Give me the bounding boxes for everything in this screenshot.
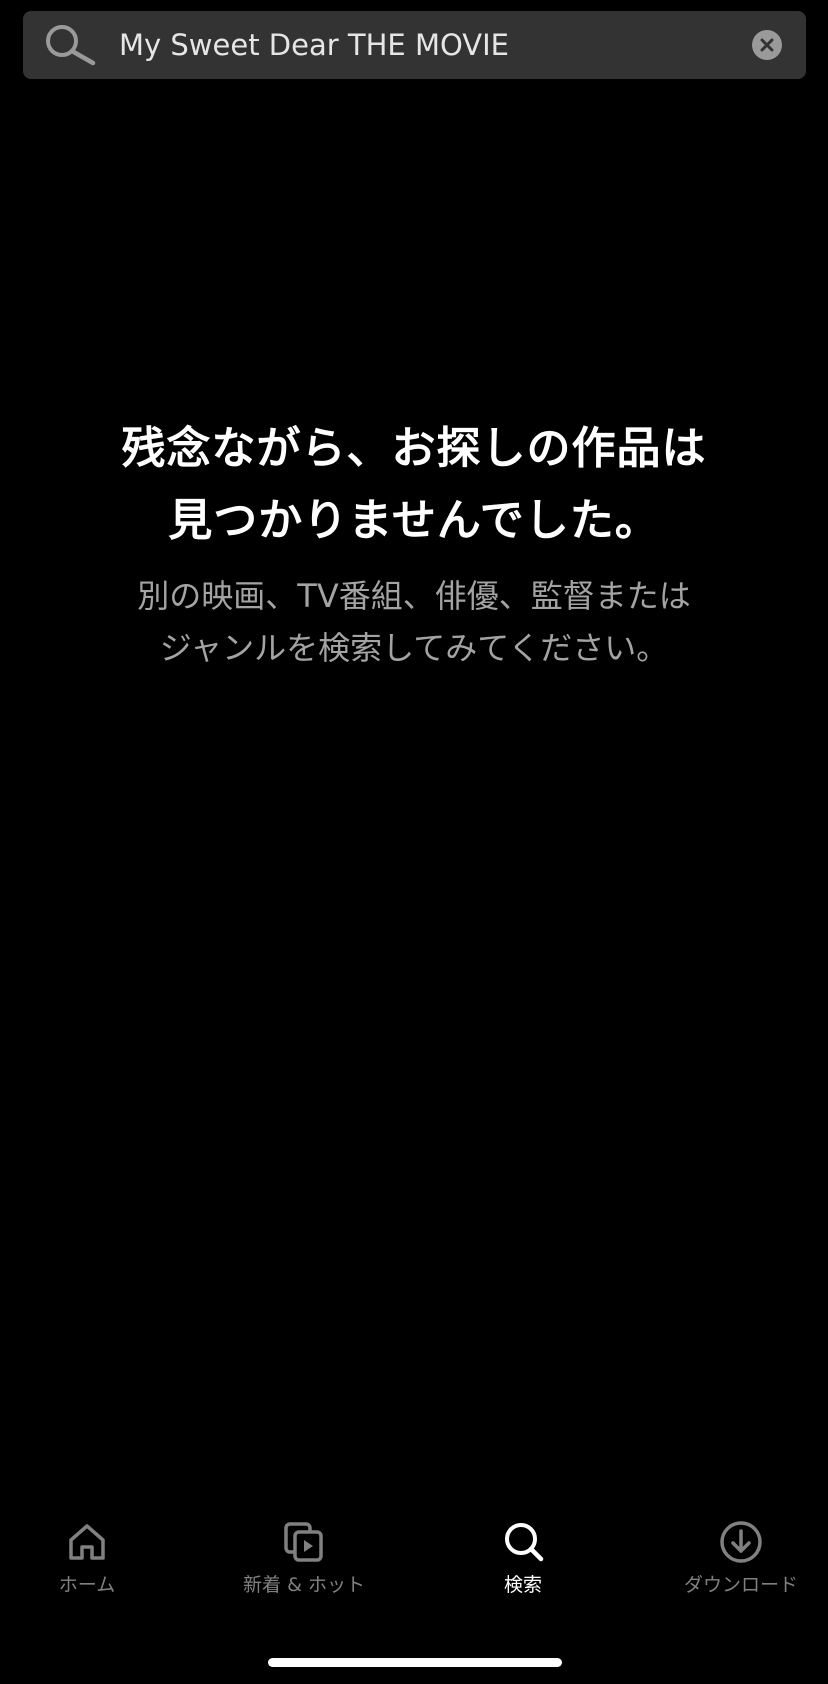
search-icon	[43, 24, 99, 66]
search-icon	[505, 1523, 544, 1562]
home-icon	[69, 1524, 105, 1560]
nav-item-new-hot[interactable]: 新着 & ホット	[214, 1510, 394, 1610]
headline-line-1: 残念ながら、お探しの作品は	[121, 423, 707, 474]
new-hot-icon	[284, 1522, 323, 1562]
nav-label-download: ダウンロード	[683, 1574, 798, 1596]
nav-item-home[interactable]: ホーム	[0, 1510, 177, 1610]
empty-state-subtext: 別の映画、TV番組、俳優、監督または ジャンルを検索してみてください。	[0, 570, 828, 674]
headline-line-2: 見つかりませんでした。	[168, 495, 660, 546]
download-icon	[720, 1521, 762, 1563]
nav-label-search: 検索	[503, 1574, 542, 1596]
bottom-nav: ホーム 新着 & ホット 検索 ダウンロード	[0, 1510, 828, 1610]
nav-label-home: ホーム	[58, 1574, 116, 1596]
clear-icon[interactable]	[752, 30, 782, 60]
subtext-line-2: ジャンルを検索してみてください。	[159, 629, 669, 667]
nav-label-new-hot: 新着 & ホット	[243, 1574, 365, 1596]
nav-item-search[interactable]: 検索	[433, 1510, 613, 1610]
empty-state-headline: 残念ながら、お探しの作品は 見つかりませんでした。	[0, 413, 828, 557]
nav-item-download[interactable]: ダウンロード	[651, 1510, 828, 1610]
search-bar[interactable]: My Sweet Dear THE MOVIE	[23, 11, 806, 79]
home-indicator[interactable]	[268, 1658, 562, 1667]
subtext-line-1: 別の映画、TV番組、俳優、監督または	[137, 577, 691, 615]
search-input[interactable]: My Sweet Dear THE MOVIE	[119, 11, 719, 79]
